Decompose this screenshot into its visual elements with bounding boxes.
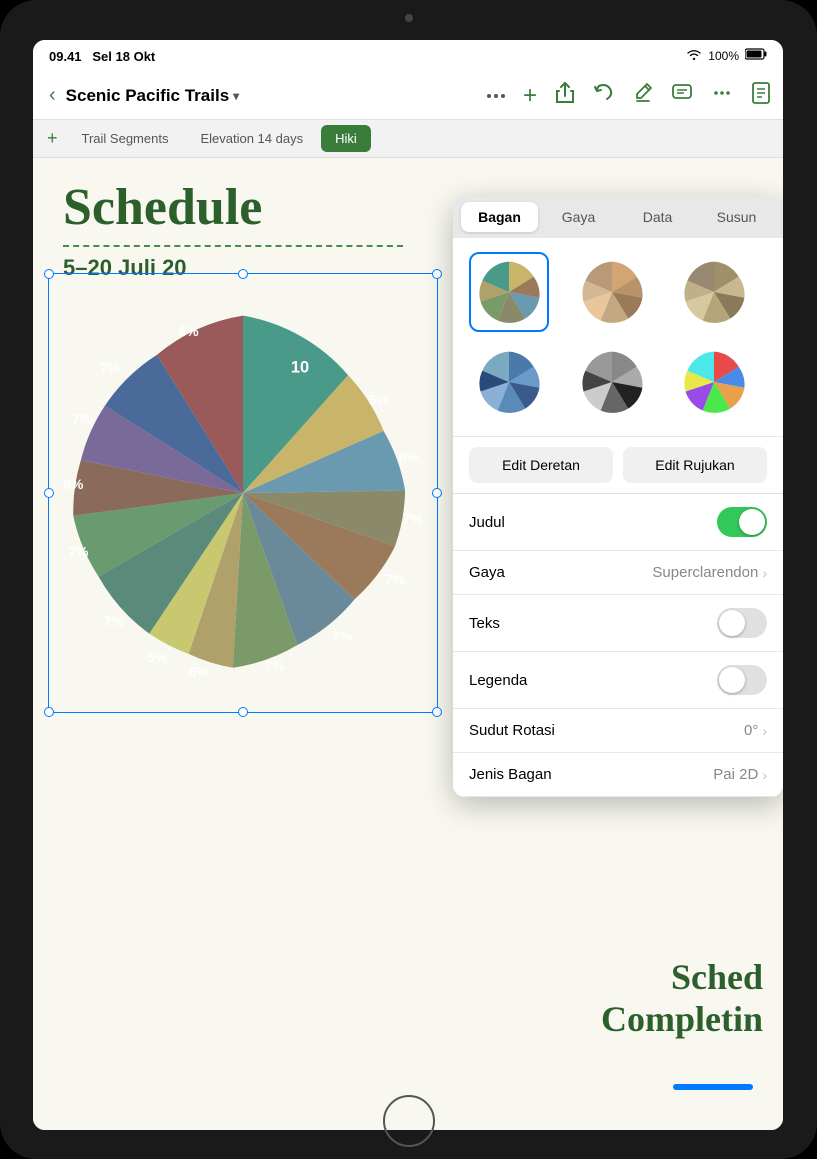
jenis-value: Pai 2D bbox=[713, 766, 758, 783]
chart-style-5[interactable] bbox=[572, 342, 652, 422]
edit-row-button[interactable]: Edit Deretan bbox=[469, 447, 613, 483]
gaya-value-container: Superclarendon › bbox=[652, 564, 767, 581]
status-time: 09.41 Sel 18 Okt bbox=[49, 49, 155, 64]
pie-label-6: 7% bbox=[332, 628, 353, 644]
pie-label-7: 7% bbox=[265, 657, 286, 673]
panel-tab-bagan[interactable]: Bagan bbox=[461, 202, 538, 232]
sudut-value: 0° bbox=[744, 722, 758, 739]
settings-row-gaya[interactable]: Gaya Superclarendon › bbox=[453, 551, 783, 595]
settings-row-legenda: Legenda bbox=[453, 652, 783, 709]
chart-style-2[interactable] bbox=[572, 252, 652, 332]
title-chevron-icon[interactable]: ▾ bbox=[233, 89, 239, 103]
sudut-value-container: 0° › bbox=[744, 722, 767, 739]
main-content: Schedule 5–20 Juli 20 10 5% 6% bbox=[33, 158, 783, 1130]
chart-style-4[interactable] bbox=[469, 342, 549, 422]
pie-label-4: 7% bbox=[403, 510, 424, 526]
more-button[interactable] bbox=[711, 82, 733, 110]
ipad-frame: 09.41 Sel 18 Okt 100% bbox=[0, 0, 817, 1159]
toolbar: ‹ Scenic Pacific Trails ▾ + bbox=[33, 72, 783, 120]
teks-toggle[interactable] bbox=[717, 608, 767, 638]
chart-style-6[interactable] bbox=[674, 342, 754, 422]
add-button[interactable]: + bbox=[523, 82, 537, 110]
status-right: 100% bbox=[686, 47, 767, 65]
chart-style-3[interactable] bbox=[674, 252, 754, 332]
add-sheet-button[interactable]: + bbox=[41, 124, 64, 153]
undo-button[interactable] bbox=[593, 83, 615, 109]
home-button[interactable] bbox=[383, 1095, 435, 1147]
toggle-knob-teks bbox=[719, 610, 745, 636]
chart-style-1[interactable] bbox=[469, 252, 549, 332]
settings-row-sudut[interactable]: Sudut Rotasi 0° › bbox=[453, 709, 783, 753]
jenis-value-container: Pai 2D › bbox=[713, 766, 767, 783]
doc-sched-text-2: Completin bbox=[601, 998, 763, 1040]
pie-label-3: 6% bbox=[399, 448, 420, 464]
teks-label: Teks bbox=[469, 615, 500, 632]
battery-icon bbox=[745, 47, 767, 65]
sudut-chevron-icon: › bbox=[762, 723, 767, 739]
tab-hiking[interactable]: Hiki bbox=[321, 125, 371, 152]
settings-section: Judul Gaya Superclarendon › bbox=[453, 493, 783, 797]
format-panel: Bagan Gaya Data Susun bbox=[453, 196, 783, 797]
markup-button[interactable] bbox=[633, 82, 653, 110]
jenis-label: Jenis Bagan bbox=[469, 766, 552, 783]
judul-toggle[interactable] bbox=[717, 507, 767, 537]
sheet-tabs: + Trail Segments Elevation 14 days Hiki bbox=[33, 120, 783, 158]
pie-label-1: 10 bbox=[291, 359, 309, 377]
settings-row-teks: Teks bbox=[453, 595, 783, 652]
doc-bottom-right: Sched Completin bbox=[601, 956, 763, 1040]
sudut-label: Sudut Rotasi bbox=[469, 722, 555, 739]
doc-divider bbox=[63, 245, 403, 247]
pie-label-9: 5% bbox=[147, 650, 168, 666]
pie-label-14: 7% bbox=[100, 360, 121, 376]
pie-chart-svg: 10 5% 6% 7% 7% 7% bbox=[53, 278, 433, 708]
pie-label-5: 7% bbox=[385, 571, 406, 587]
edit-ref-button[interactable]: Edit Rujukan bbox=[623, 447, 767, 483]
toolbar-icons: + bbox=[487, 82, 771, 110]
jenis-chevron-icon: › bbox=[762, 767, 767, 783]
doc-title: Scenic Pacific Trails ▾ bbox=[66, 86, 240, 106]
battery-percent: 100% bbox=[708, 49, 739, 63]
pie-label-8: 6% bbox=[189, 664, 210, 680]
pie-label-2: 5% bbox=[368, 391, 389, 407]
gaya-label: Gaya bbox=[469, 564, 505, 581]
camera-dot bbox=[405, 14, 413, 22]
wifi-icon bbox=[686, 47, 702, 65]
legenda-label: Legenda bbox=[469, 672, 527, 689]
toggle-knob-legenda bbox=[719, 667, 745, 693]
settings-row-jenis[interactable]: Jenis Bagan Pai 2D › bbox=[453, 753, 783, 797]
legenda-toggle[interactable] bbox=[717, 665, 767, 695]
pie-label-10: 7% bbox=[104, 613, 125, 629]
panel-tab-susun[interactable]: Susun bbox=[698, 202, 775, 232]
tab-trail-segments[interactable]: Trail Segments bbox=[68, 125, 183, 152]
panel-tabs: Bagan Gaya Data Susun bbox=[453, 196, 783, 238]
tab-elevation[interactable]: Elevation 14 days bbox=[186, 125, 317, 152]
pie-label-11: 7% bbox=[68, 543, 89, 559]
edit-buttons: Edit Deretan Edit Rujukan bbox=[453, 436, 783, 493]
judul-label: Judul bbox=[469, 514, 505, 531]
pie-label-13: 7% bbox=[72, 410, 93, 426]
scroll-bar[interactable] bbox=[673, 1084, 753, 1090]
gaya-chevron-icon: › bbox=[762, 565, 767, 581]
pie-label-12: 6% bbox=[63, 476, 84, 492]
panel-tab-data[interactable]: Data bbox=[619, 202, 696, 232]
share-button[interactable] bbox=[555, 82, 575, 110]
gaya-value: Superclarendon bbox=[652, 564, 758, 581]
pie-label-15: 6% bbox=[178, 323, 199, 339]
comment-button[interactable] bbox=[671, 83, 693, 109]
toggle-knob-judul bbox=[739, 509, 765, 535]
back-button[interactable]: ‹ bbox=[45, 80, 60, 111]
doc-sched-text-1: Sched bbox=[601, 956, 763, 998]
chart-styles-grid bbox=[453, 238, 783, 436]
pie-chart-container[interactable]: 10 5% 6% 7% 7% 7% bbox=[53, 278, 433, 708]
settings-row-judul: Judul bbox=[453, 494, 783, 551]
status-bar: 09.41 Sel 18 Okt 100% bbox=[33, 40, 783, 72]
screen: 09.41 Sel 18 Okt 100% bbox=[33, 40, 783, 1130]
panel-tab-gaya[interactable]: Gaya bbox=[540, 202, 617, 232]
toolbar-more-dots bbox=[487, 94, 505, 98]
doc-icon[interactable] bbox=[751, 82, 771, 110]
